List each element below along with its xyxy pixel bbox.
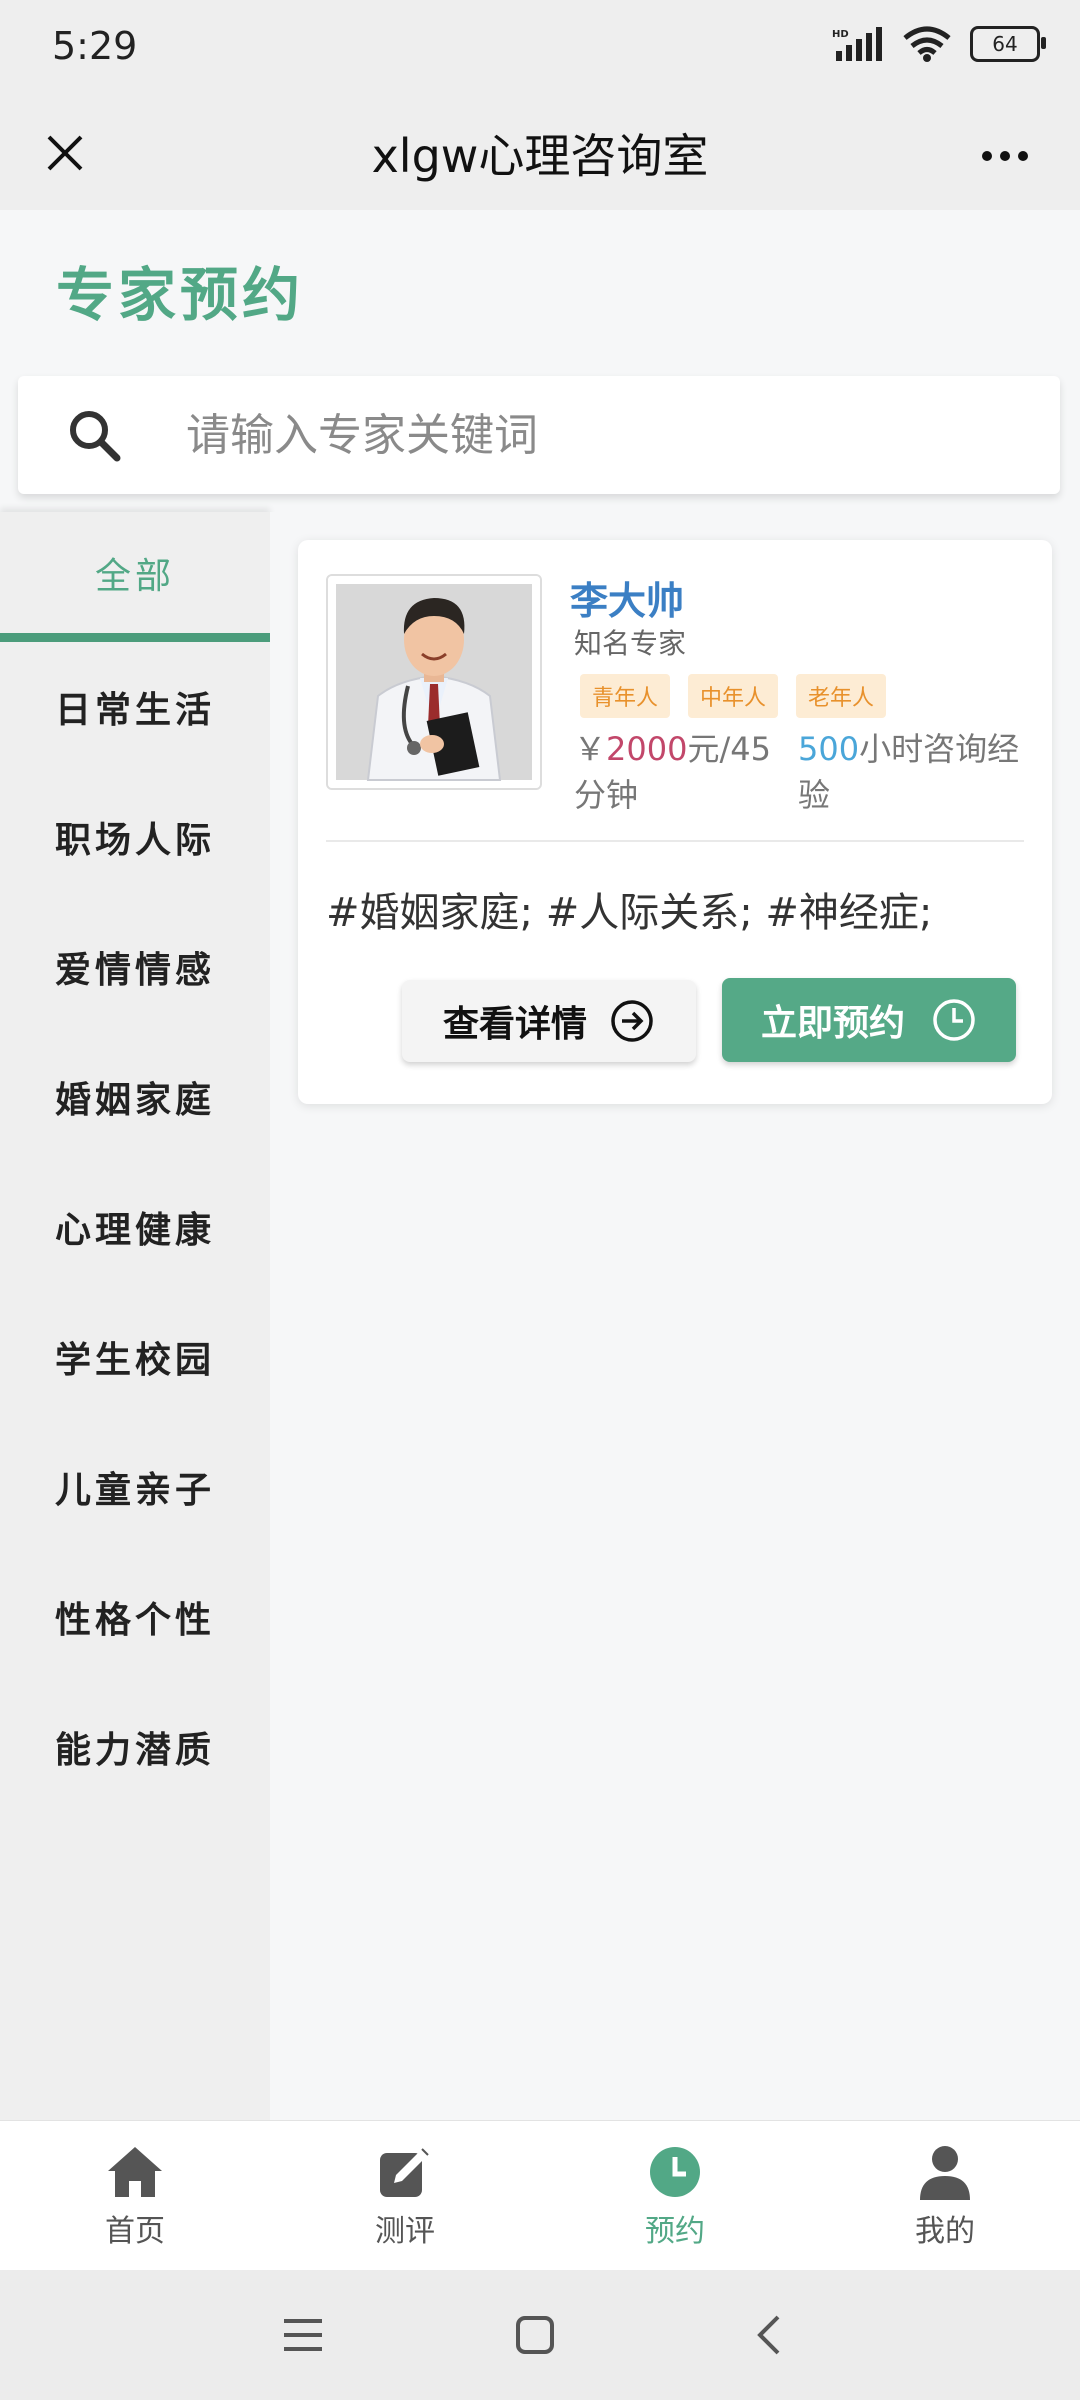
menu-icon bbox=[284, 2319, 322, 2351]
title-bar: xlgw心理咨询室 bbox=[0, 96, 1080, 210]
more-dot bbox=[1018, 151, 1028, 161]
sidebar-item-personality[interactable]: 性格个性 bbox=[0, 1552, 270, 1682]
nav-item-home[interactable]: 首页 bbox=[0, 2121, 270, 2271]
nav-label: 预约 bbox=[645, 2214, 705, 2249]
edit-icon bbox=[375, 2142, 435, 2202]
sidebar-item-all[interactable]: 全部 bbox=[0, 512, 270, 642]
tag-badge: 老年人 bbox=[796, 674, 887, 718]
home-icon bbox=[105, 2142, 165, 2202]
search-input[interactable] bbox=[184, 408, 1008, 462]
category-sidebar: 全部 日常生活 职场人际 爱情情感 婚姻家庭 心理健康 学生校园 儿童亲子 性格… bbox=[0, 512, 270, 2120]
more-dot bbox=[1000, 151, 1010, 161]
search-bar[interactable] bbox=[18, 376, 1060, 494]
nav-label: 首页 bbox=[105, 2214, 165, 2249]
tag-badge: 中年人 bbox=[688, 674, 779, 718]
tag-badge: 青年人 bbox=[580, 674, 671, 718]
sidebar-item-workplace[interactable]: 职场人际 bbox=[0, 772, 270, 902]
view-details-label: 查看详情 bbox=[442, 1004, 587, 1045]
price-value: 2000 bbox=[606, 730, 688, 768]
sidebar-item-love[interactable]: 爱情情感 bbox=[0, 902, 270, 1032]
sidebar-item-mental-health[interactable]: 心理健康 bbox=[0, 1162, 270, 1292]
more-options-button[interactable] bbox=[970, 126, 1040, 186]
clock-icon bbox=[645, 2142, 705, 2202]
more-dot bbox=[982, 151, 992, 161]
window-title: xlgw心理咨询室 bbox=[371, 129, 709, 183]
age-tags: 青年人 中年人 老年人 bbox=[580, 674, 887, 718]
home-button[interactable] bbox=[500, 2300, 570, 2370]
sidebar-item-campus[interactable]: 学生校园 bbox=[0, 1292, 270, 1422]
status-time: 5:29 bbox=[52, 24, 138, 68]
nav-item-profile[interactable]: 我的 bbox=[810, 2121, 1080, 2271]
arrow-right-circle-icon bbox=[611, 1000, 653, 1042]
expert-title: 知名专家 bbox=[574, 627, 687, 660]
status-bar: 5:29 HD 64 bbox=[0, 0, 1080, 96]
book-now-label: 立即预约 bbox=[760, 1003, 905, 1044]
divider bbox=[326, 840, 1024, 842]
back-button[interactable] bbox=[734, 2300, 804, 2370]
page-title: 专家预约 bbox=[56, 261, 305, 329]
back-icon bbox=[757, 2315, 780, 2355]
system-navigation bbox=[0, 2270, 1080, 2400]
experience-info: 500小时咨询经验 bbox=[798, 726, 1030, 818]
status-icons: HD 64 bbox=[832, 26, 1046, 62]
book-now-button[interactable]: 立即预约 bbox=[722, 978, 1016, 1062]
nav-item-booking[interactable]: 预约 bbox=[540, 2121, 810, 2271]
nav-label: 我的 bbox=[915, 2214, 975, 2249]
battery-level: 64 bbox=[992, 32, 1018, 56]
experience-value: 500 bbox=[798, 730, 860, 768]
nav-label: 测评 bbox=[375, 2214, 435, 2249]
svg-text:HD: HD bbox=[832, 29, 849, 40]
sidebar-item-ability[interactable]: 能力潜质 bbox=[0, 1682, 270, 1812]
price-info: ￥2000元/45分钟 bbox=[574, 726, 780, 818]
square-icon bbox=[516, 2316, 554, 2354]
sidebar-item-parenting[interactable]: 儿童亲子 bbox=[0, 1422, 270, 1552]
user-icon bbox=[915, 2142, 975, 2202]
search-icon[interactable] bbox=[64, 405, 124, 465]
sidebar-item-marriage-family[interactable]: 婚姻家庭 bbox=[0, 1032, 270, 1162]
wifi-icon bbox=[903, 26, 951, 62]
expert-card[interactable]: 李大帅 知名专家 青年人 中年人 老年人 ￥2000元/45分钟 500小时咨询… bbox=[298, 540, 1052, 1104]
doctor-avatar-icon bbox=[328, 576, 540, 788]
expert-avatar bbox=[326, 574, 542, 790]
nav-item-assessment[interactable]: 测评 bbox=[270, 2121, 540, 2271]
price-prefix: ￥ bbox=[574, 730, 607, 768]
signal-icon: HD bbox=[832, 27, 882, 61]
specialty-tags: #婚姻家庭; #人际关系; #神经症; bbox=[326, 890, 933, 936]
expert-name[interactable]: 李大帅 bbox=[570, 570, 684, 625]
bottom-navigation: 首页 测评 预约 我的 bbox=[0, 2120, 1080, 2271]
menu-button[interactable] bbox=[268, 2300, 338, 2370]
clock-icon bbox=[933, 999, 975, 1041]
battery-icon: 64 bbox=[970, 26, 1046, 62]
view-details-button[interactable]: 查看详情 bbox=[402, 980, 696, 1062]
sidebar-item-daily-life[interactable]: 日常生活 bbox=[0, 642, 270, 772]
